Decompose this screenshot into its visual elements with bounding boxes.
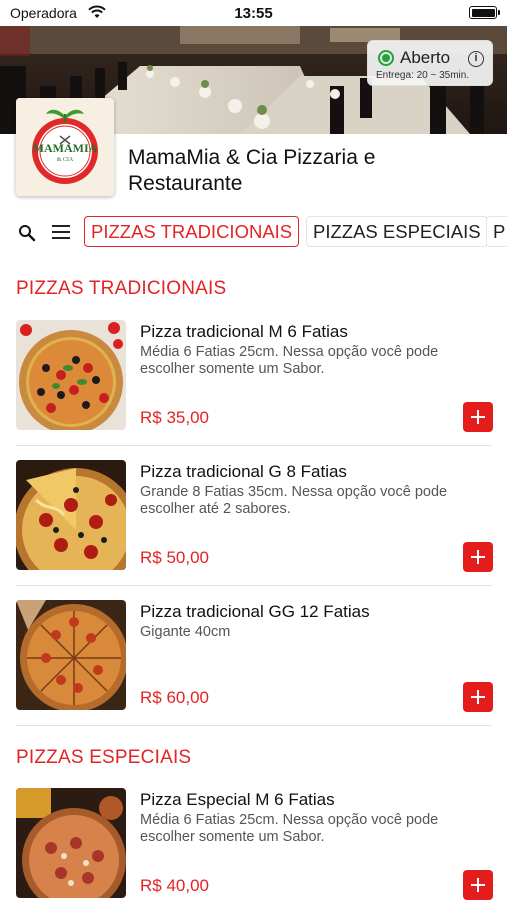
category-bar: PIZZAS TRADICIONAIS PIZZAS ESPECIAIS P [0, 212, 507, 252]
section-title-especiais: PIZZAS ESPECIAIS [16, 747, 192, 768]
product-description: Grande 8 Fatias 35cm. Nessa opção você p… [140, 484, 448, 517]
product-name: Pizza tradicional G 8 Fatias [140, 462, 347, 481]
product-item[interactable]: Pizza Especial M 6 Fatias Média 6 Fatias… [0, 788, 507, 900]
product-image [16, 320, 126, 430]
search-icon[interactable] [18, 224, 36, 242]
product-price: R$ 60,00 [140, 688, 209, 707]
info-icon[interactable]: i [468, 51, 484, 67]
product-description: Média 6 Fatias 25cm. Nessa opção você po… [140, 344, 439, 377]
tab-pizzas-tradicionais[interactable]: PIZZAS TRADICIONAIS [84, 216, 300, 247]
product-price: R$ 50,00 [140, 548, 209, 567]
store-name: MamaMia & Cia Pizzaria e Restaurante [128, 146, 376, 195]
logo-image: MAMAMIA & CIA [16, 98, 114, 196]
delivery-time: Entrega: 20 ~ 35min. [376, 70, 470, 81]
add-icon[interactable] [463, 682, 493, 712]
store-logo: MAMAMIA & CIA [16, 98, 114, 196]
status-time: 13:55 [234, 5, 273, 22]
add-icon[interactable] [463, 542, 493, 572]
logo-subtext: & CIA [57, 157, 74, 163]
open-status-badge[interactable]: Aberto i Entrega: 20 ~ 35min. [367, 40, 493, 86]
menu-icon[interactable] [52, 225, 70, 241]
product-name: Pizza tradicional M 6 Fatias [140, 322, 348, 341]
product-image [16, 600, 126, 710]
product-name: Pizza Especial M 6 Fatias [140, 790, 335, 809]
open-status-icon [378, 50, 394, 66]
divider [16, 585, 492, 586]
add-icon[interactable] [463, 870, 493, 900]
product-item[interactable]: Pizza tradicional M 6 Fatias Média 6 Fat… [0, 320, 507, 460]
product-description: Média 6 Fatias 25cm. Nessa opção você po… [140, 812, 439, 845]
divider [16, 445, 492, 446]
tab-next-category[interactable]: P [486, 216, 507, 247]
add-icon[interactable] [463, 402, 493, 432]
battery-icon [469, 6, 500, 19]
divider [16, 725, 492, 726]
product-item[interactable]: Pizza tradicional GG 12 Fatias Gigante 4… [0, 600, 507, 740]
product-price: R$ 40,00 [140, 876, 209, 895]
open-status-label: Aberto [400, 48, 451, 67]
tab-pizzas-especiais[interactable]: PIZZAS ESPECIAIS [306, 216, 488, 247]
product-name: Pizza tradicional GG 12 Fatias [140, 602, 370, 621]
product-image [16, 460, 126, 570]
product-description: Gigante 40cm [140, 624, 231, 640]
product-price: R$ 35,00 [140, 408, 209, 427]
section-title-tradicionais: PIZZAS TRADICIONAIS [16, 278, 227, 299]
product-item[interactable]: Pizza tradicional G 8 Fatias Grande 8 Fa… [0, 460, 507, 600]
logo-text: MAMAMIA [33, 141, 98, 155]
status-bar: Operadora 13:55 [0, 0, 507, 26]
product-image [16, 788, 126, 898]
